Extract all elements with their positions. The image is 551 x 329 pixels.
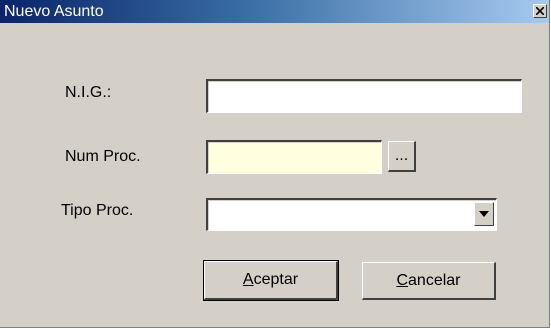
aceptar-button-label: Aceptar xyxy=(242,271,299,288)
browse-button-label: ... xyxy=(394,147,409,164)
cancelar-button-label: Cancelar xyxy=(396,271,461,289)
close-button[interactable] xyxy=(533,4,547,18)
dropdown-button[interactable] xyxy=(474,202,494,226)
browse-button[interactable]: ... xyxy=(388,141,416,172)
aceptar-button[interactable]: Aceptar xyxy=(203,260,339,301)
nig-label: N.I.G.: xyxy=(65,84,112,101)
close-icon xyxy=(536,7,544,15)
tipo-proc-label: Tipo Proc. xyxy=(61,202,134,219)
tipo-proc-select[interactable] xyxy=(206,198,497,231)
chevron-down-icon xyxy=(479,211,489,217)
num-proc-field[interactable] xyxy=(206,140,382,174)
dialog-window: Nuevo Asunto N.I.G.: Num Proc. ... Tipo … xyxy=(0,0,550,328)
cancelar-button[interactable]: Cancelar xyxy=(362,262,496,300)
title-bar[interactable]: Nuevo Asunto xyxy=(0,0,549,23)
window-title: Nuevo Asunto xyxy=(4,3,104,20)
nig-field[interactable] xyxy=(206,79,522,113)
num-proc-label: Num Proc. xyxy=(65,148,141,165)
